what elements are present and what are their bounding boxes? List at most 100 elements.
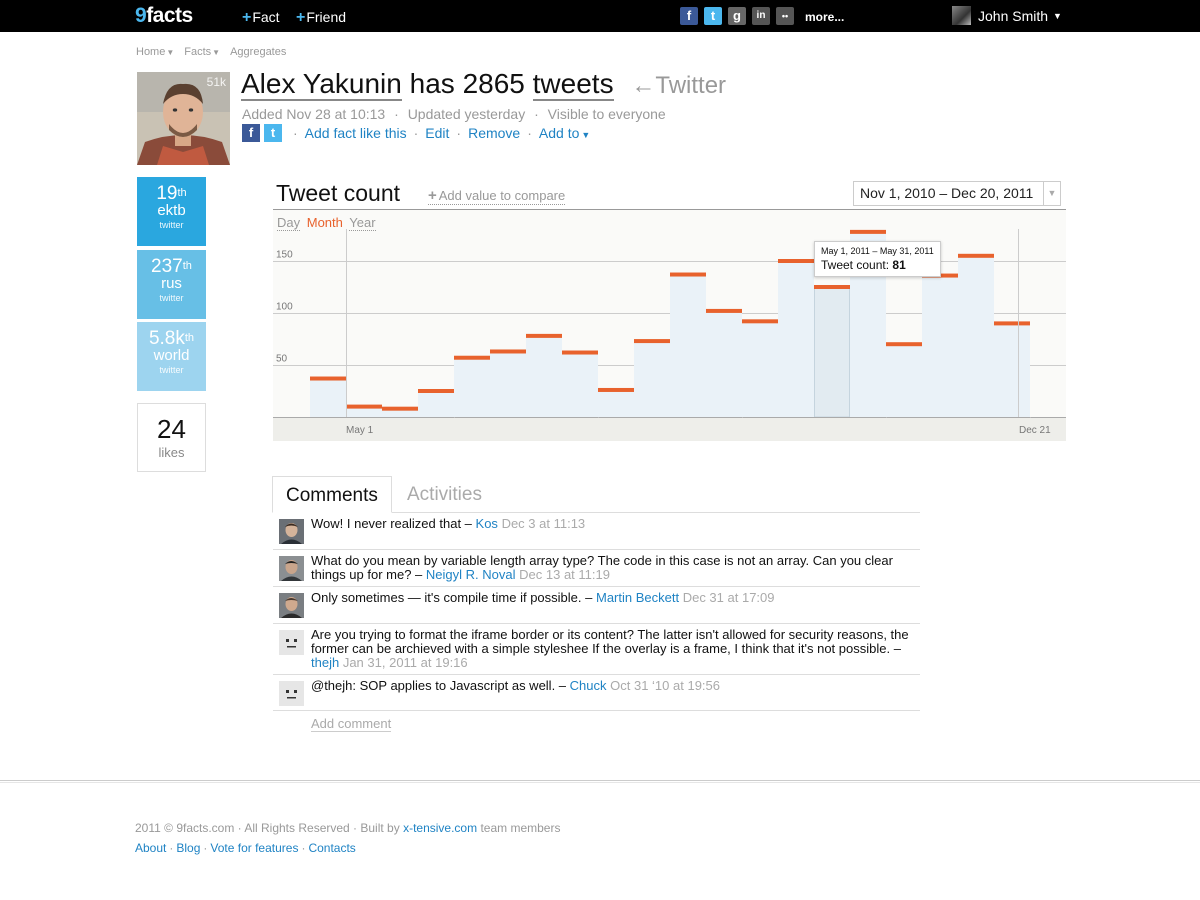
chart-title: Tweet count <box>276 180 401 206</box>
tab-comments[interactable]: Comments <box>272 476 392 513</box>
bar-level-mark <box>310 376 346 381</box>
default-avatar-icon[interactable] <box>279 630 304 655</box>
add-to-label: Add to <box>538 125 580 141</box>
bar-level-mark <box>562 350 598 355</box>
bar-fill <box>994 323 1030 417</box>
comment-author[interactable]: Chuck <box>570 678 607 693</box>
footer-link-about[interactable]: About <box>135 841 166 855</box>
remove-link[interactable]: Remove <box>468 125 520 141</box>
bar-fill <box>958 255 994 417</box>
commenter-avatar[interactable] <box>279 556 304 581</box>
granularity-month[interactable]: Month <box>307 215 343 230</box>
fact-unit-link[interactable]: tweets <box>532 68 614 101</box>
breadcrumb-home-label: Home <box>136 46 166 58</box>
bar-level-mark <box>706 308 742 313</box>
bar-fill <box>706 310 742 417</box>
fact-title: Alex Yakunin has 2865 tweets ←Twitter <box>241 68 726 101</box>
navigator-label: Dec 21 <box>1019 425 1051 436</box>
updated-date: Updated yesterday <box>407 106 526 122</box>
facebook-icon[interactable]: f <box>242 124 260 142</box>
add-friend-link[interactable]: +Friend <box>296 9 346 27</box>
bar-level-mark <box>418 389 454 393</box>
google-icon[interactable]: g <box>728 7 746 25</box>
rank-suffix: th <box>182 260 192 272</box>
commenter-avatar[interactable] <box>279 519 304 544</box>
comment-tabs: Comments Activities <box>272 476 920 513</box>
footer-link-contacts[interactable]: Contacts <box>308 841 355 855</box>
default-avatar-icon[interactable] <box>279 681 304 706</box>
add-fact-label: Fact <box>252 9 280 25</box>
caret-down-icon: ▼ <box>212 48 221 57</box>
edit-link[interactable]: Edit <box>425 125 449 141</box>
likes-label: likes <box>158 445 185 460</box>
rank-group: rus <box>161 275 182 292</box>
tab-activities[interactable]: Activities <box>394 476 495 513</box>
bar-level-mark <box>526 333 562 338</box>
fact-avatar[interactable]: 51k <box>137 72 230 165</box>
bar-level-mark <box>670 272 706 277</box>
breadcrumb-facts[interactable]: Facts▼ <box>184 46 220 58</box>
rank-tile-rus[interactable]: 237th rus twitter <box>137 250 206 319</box>
footer-link-blog[interactable]: Blog <box>176 841 200 855</box>
date-range-select[interactable]: Nov 1, 2010 – Dec 20, 2011 ▼ <box>853 181 1061 206</box>
comment-time: Dec 13 at 11:19 <box>519 567 610 582</box>
separator-dot: · <box>169 841 174 855</box>
separator-dot: · <box>456 125 462 141</box>
bar-fill <box>526 335 562 417</box>
breadcrumb-aggregates[interactable]: Aggregates <box>230 46 286 58</box>
twitter-icon[interactable]: t <box>264 124 282 142</box>
add-fact-link[interactable]: +Fact <box>242 9 280 27</box>
add-comment-link[interactable]: Add comment <box>311 716 392 732</box>
more-share-link[interactable]: more... <box>805 10 844 24</box>
bar-fill <box>598 389 634 417</box>
rank-tile-ektb[interactable]: 19th ektb twitter <box>137 177 206 246</box>
add-value-to-compare-link[interactable]: + Add value to compare <box>428 187 566 205</box>
bar-level-mark <box>598 387 634 392</box>
footer-divider <box>0 780 1200 783</box>
comment-author[interactable]: Martin Beckett <box>596 590 679 605</box>
bar-fill <box>670 274 706 417</box>
likes-box[interactable]: 24 likes <box>137 403 206 472</box>
rank-tile-world[interactable]: 5.8kth world twitter <box>137 322 206 391</box>
person-name-link[interactable]: Alex Yakunin <box>241 68 402 101</box>
facebook-icon[interactable]: f <box>680 7 698 25</box>
rank-network: twitter <box>159 220 184 230</box>
bar-fill <box>778 261 814 417</box>
bar-fill <box>418 391 454 417</box>
linkedin-icon[interactable]: in <box>752 7 770 25</box>
user-menu[interactable]: John Smith ▼ <box>952 6 1062 25</box>
fact-actions: f t · Add fact like this · Edit · Remove… <box>242 124 590 142</box>
comment-author[interactable]: Neigyl R. Noval <box>426 567 516 582</box>
footer-links: About · Blog · Vote for features · Contacts <box>135 841 356 855</box>
tooltip-range: May 1, 2011 – May 31, 2011 <box>821 246 934 256</box>
granularity-year[interactable]: Year <box>349 215 376 231</box>
rank-number: 237 <box>151 256 183 277</box>
separator-dot: · <box>293 125 298 141</box>
comment-author[interactable]: Kos <box>476 516 498 531</box>
bar-fill <box>742 321 778 417</box>
separator-dot: · <box>413 125 419 141</box>
twitter-icon[interactable]: t <box>704 7 722 25</box>
comment-author[interactable]: thejh <box>311 655 339 670</box>
flickr-icon[interactable]: •• <box>776 7 794 25</box>
granularity-day[interactable]: Day <box>277 215 301 231</box>
breadcrumb-home[interactable]: Home▼ <box>136 46 174 58</box>
x-tensive-link[interactable]: x-tensive.com <box>403 821 477 835</box>
bar-level-mark <box>382 406 418 411</box>
logo[interactable]: 9facts <box>135 4 193 28</box>
commenter-avatar[interactable] <box>279 593 304 618</box>
add-to-dropdown[interactable]: Add to ▼ <box>539 125 590 141</box>
bar-fill <box>634 341 670 417</box>
source-link[interactable]: ←Twitter <box>631 72 726 99</box>
has-text: has <box>409 68 455 99</box>
footer-copyright: 2011 © 9facts.com · All Rights Reserved … <box>135 821 560 835</box>
chevron-down-icon[interactable]: ▼ <box>1043 182 1060 205</box>
add-fact-like-this-link[interactable]: Add fact like this <box>305 125 407 141</box>
footer-link-vote[interactable]: Vote for features <box>210 841 298 855</box>
likes-count: 24 <box>157 414 186 444</box>
comment-text: Are you trying to format the iframe bord… <box>311 627 909 656</box>
bar-level-mark <box>886 342 922 347</box>
comment-time: Dec 31 at 17:09 <box>682 590 775 605</box>
y-tick-label: 150 <box>276 250 293 261</box>
add-friend-label: Friend <box>306 9 347 25</box>
